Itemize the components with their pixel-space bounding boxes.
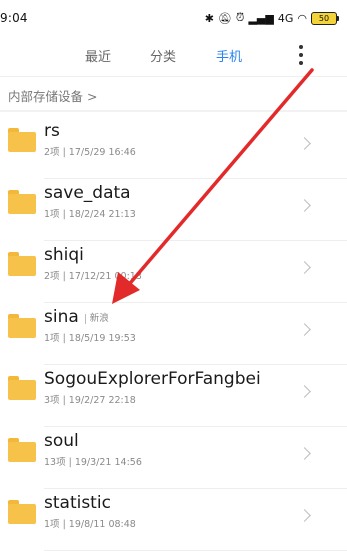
file-name: soul (44, 431, 79, 451)
folder-icon (8, 190, 36, 214)
file-name: shiqi (44, 245, 84, 265)
folder-icon (8, 128, 36, 152)
list-item[interactable]: save_data 1项 | 18/2/24 21:13 (0, 179, 347, 241)
list-item[interactable]: rs 2项 | 17/5/29 16:46 (0, 117, 347, 179)
item-count: 1项 (44, 333, 60, 344)
list-item[interactable]: soul 13项 | 19/3/21 14:56 (0, 427, 347, 489)
bluetooth-icon: ✱ (204, 11, 214, 25)
file-meta: 2项 | 17/5/29 16:46 (44, 147, 136, 158)
tab-recent[interactable]: 最近 (85, 46, 111, 65)
status-icons: ✱ 🔕︎ ⏰︎ ▂▄▆ 4G ◠ 50 (204, 11, 339, 25)
status-bar: 9:04 ✱ 🔕︎ ⏰︎ ▂▄▆ 4G ◠ 50 (0, 0, 347, 36)
alarm-icon: ⏰︎ (235, 11, 245, 24)
chevron-right-icon (298, 199, 311, 212)
item-count: 1项 (44, 519, 60, 530)
folder-icon (8, 314, 36, 338)
item-count: 2项 (44, 271, 60, 282)
battery-icon: 50 (311, 11, 339, 25)
file-meta: 3项 | 19/2/27 22:18 (44, 395, 136, 406)
chevron-right-icon (298, 509, 311, 522)
wifi-icon: ◠ (297, 11, 307, 25)
chevron-right-icon (298, 261, 311, 274)
list-item[interactable]: SogouExplorerForFangbei 3项 | 19/2/27 22:… (0, 365, 347, 427)
status-time: 9:04 (0, 11, 28, 25)
tab-bar: 最近 分类 手机 (0, 36, 347, 76)
file-meta: 1项 | 18/2/24 21:13 (44, 209, 136, 220)
folder-tag: 新浪 (84, 313, 109, 324)
file-name-text: sina (44, 307, 79, 327)
item-count: 1项 (44, 209, 60, 220)
tab-category[interactable]: 分类 (150, 46, 176, 65)
network-label: 4G (277, 11, 294, 25)
file-list: rs 2项 | 17/5/29 16:46 save_data 1项 | 18/… (0, 117, 347, 551)
folder-tag-text: 新浪 (89, 313, 109, 324)
more-icon[interactable] (295, 44, 307, 68)
list-item[interactable]: shiqi 2项 | 17/12/21 00:13 (0, 241, 347, 303)
list-item[interactable]: sina 新浪 1项 | 18/5/19 19:53 (0, 303, 347, 365)
item-count: 3项 (44, 395, 60, 406)
signal-icon: ▂▄▆ (248, 11, 274, 25)
breadcrumb[interactable]: 内部存储设备 > (8, 86, 97, 105)
file-name: sina 新浪 (44, 307, 109, 327)
folder-icon (8, 252, 36, 276)
file-meta: 1项 | 18/5/19 19:53 (44, 333, 136, 344)
battery-level: 50 (318, 13, 330, 23)
file-name: rs (44, 121, 60, 141)
modified-date: 18/2/24 21:13 (68, 209, 136, 220)
modified-date: 18/5/19 19:53 (68, 333, 136, 344)
modified-date: 19/8/11 08:48 (68, 519, 136, 530)
file-meta: 1项 | 19/8/11 08:48 (44, 519, 136, 530)
file-name: statistic (44, 493, 111, 513)
modified-date: 17/12/21 00:13 (68, 271, 142, 282)
folder-icon (8, 500, 36, 524)
file-name: save_data (44, 183, 131, 203)
chevron-right-icon (298, 447, 311, 460)
breadcrumb-divider (0, 110, 347, 112)
item-count: 13项 (44, 457, 66, 468)
mute-icon: 🔕︎ (217, 11, 232, 25)
tab-phone[interactable]: 手机 (216, 46, 242, 65)
chevron-right-icon (298, 137, 311, 150)
file-meta: 13项 | 19/3/21 14:56 (44, 457, 142, 468)
item-count: 2项 (44, 147, 60, 158)
folder-icon (8, 376, 36, 400)
chevron-right-icon (298, 323, 311, 336)
file-name: SogouExplorerForFangbei (44, 369, 261, 389)
modified-date: 19/3/21 14:56 (74, 457, 142, 468)
modified-date: 19/2/27 22:18 (68, 395, 136, 406)
header-divider (0, 76, 347, 77)
folder-icon (8, 438, 36, 462)
chevron-right-icon (298, 385, 311, 398)
list-item[interactable]: statistic 1项 | 19/8/11 08:48 (0, 489, 347, 551)
modified-date: 17/5/29 16:46 (68, 147, 136, 158)
file-meta: 2项 | 17/12/21 00:13 (44, 271, 142, 282)
